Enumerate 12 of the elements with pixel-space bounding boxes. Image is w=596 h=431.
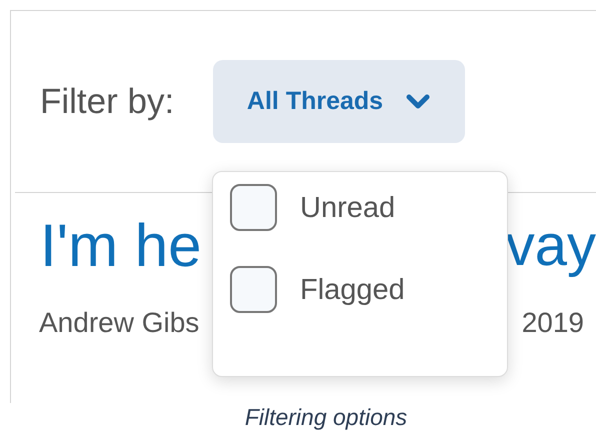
checkbox[interactable]	[230, 266, 277, 313]
thread-title[interactable]: vay	[506, 211, 596, 281]
chevron-down-icon	[405, 92, 432, 110]
thread-date: 2019	[522, 307, 584, 339]
caption: Filtering options	[244, 403, 408, 431]
filter-label: Filter by:	[40, 82, 176, 122]
thread-author: Andrew Gibs	[39, 307, 200, 339]
option-label[interactable]: Flagged	[300, 272, 405, 306]
filter-dropdown[interactable]: All Threads	[213, 60, 465, 143]
thread-title[interactable]: I'm he	[40, 211, 202, 281]
option-label[interactable]: Unread	[300, 190, 396, 224]
checkbox[interactable]	[230, 184, 277, 231]
